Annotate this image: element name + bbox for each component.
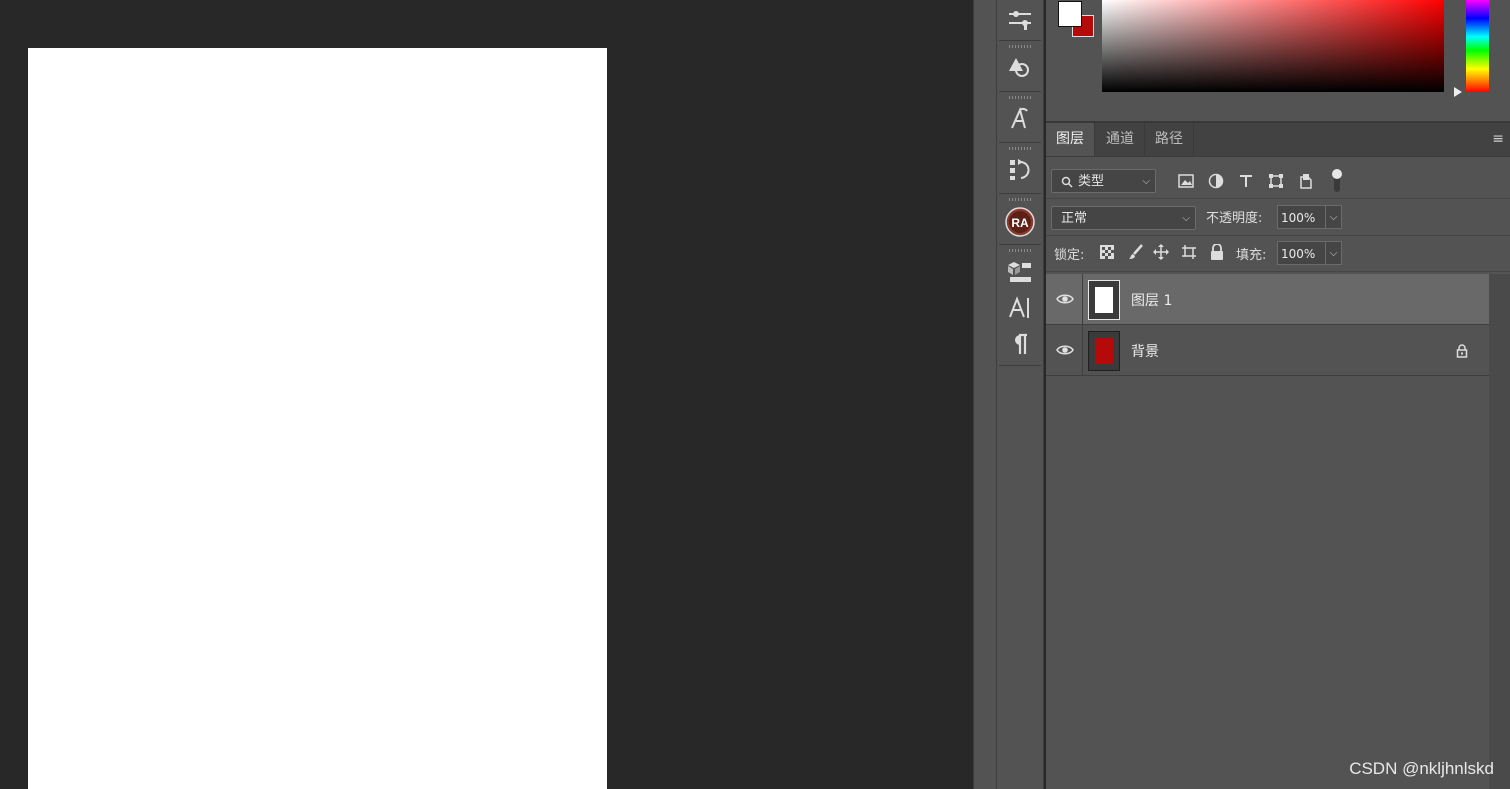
layer-name[interactable]: 背景: [1131, 341, 1159, 361]
foreground-color-swatch[interactable]: [1058, 1, 1082, 27]
ra-plugin-icon[interactable]: RA: [997, 202, 1043, 242]
blend-mode-dropdown[interactable]: 正常 ⌵: [1051, 206, 1196, 230]
chevron-down-icon: ⌵: [1142, 176, 1150, 187]
fill-label: 填充:: [1236, 248, 1267, 263]
layers-panel-tabs: 图层 通道 路径 ≡: [1046, 123, 1510, 157]
watermark: CSDN @nkljhnlskd: [1349, 759, 1494, 778]
visibility-eye-icon[interactable]: [1056, 343, 1074, 357]
layer-thumbnail[interactable]: [1088, 280, 1120, 320]
tab-channels[interactable]: 通道: [1096, 123, 1145, 156]
lock-icon[interactable]: [1456, 344, 1468, 358]
glyph-style-icon[interactable]: [997, 99, 1043, 139]
hue-slider[interactable]: [1466, 0, 1489, 92]
shapes-icon[interactable]: [997, 48, 1043, 88]
panel-dock: RA: [996, 0, 1044, 789]
opacity-input[interactable]: 100%: [1277, 205, 1326, 229]
lock-label: 锁定:: [1054, 248, 1085, 263]
layer-thumbnail-fill: [1095, 287, 1113, 313]
paragraph-icon[interactable]: [997, 324, 1043, 364]
right-panels: 图层 通道 路径 ≡ 类型 ⌵ 正常 ⌵ 不透明度: 100% ⌵ 锁定: 填充…: [1046, 0, 1510, 789]
chevron-down-icon: ⌵: [1182, 213, 1190, 224]
saturation-brightness-field[interactable]: [1102, 0, 1444, 92]
color-panel: [1046, 0, 1510, 123]
smart-object-filter-icon[interactable]: [1297, 172, 1315, 190]
panel-gutter: [973, 0, 996, 789]
lock-image-pixels-icon[interactable]: [1128, 244, 1144, 260]
search-icon: [1061, 176, 1073, 188]
type-layer-filter-icon[interactable]: [1237, 172, 1255, 190]
character-icon[interactable]: [997, 288, 1043, 328]
fill-input[interactable]: 100%: [1277, 241, 1326, 265]
opacity-label: 不透明度:: [1206, 211, 1263, 226]
document-workspace[interactable]: [0, 0, 973, 789]
document-canvas[interactable]: [28, 48, 607, 789]
layer-thumbnail[interactable]: [1088, 331, 1120, 371]
lock-transparent-pixels-icon[interactable]: [1099, 244, 1115, 260]
history-icon[interactable]: [997, 150, 1043, 190]
tab-paths[interactable]: 路径: [1145, 123, 1194, 156]
lock-artboard-icon[interactable]: [1181, 244, 1197, 260]
adjustments-icon[interactable]: [997, 0, 1043, 40]
layer-filter-label: 类型: [1078, 174, 1105, 189]
adjustment-layer-filter-icon[interactable]: [1207, 172, 1225, 190]
shape-layer-filter-icon[interactable]: [1267, 172, 1285, 190]
lock-position-icon[interactable]: [1153, 244, 1169, 260]
layer-filter-dropdown[interactable]: 类型 ⌵: [1051, 169, 1156, 193]
fill-slider-toggle[interactable]: ⌵: [1326, 241, 1342, 265]
filter-toggle-switch[interactable]: [1331, 168, 1343, 194]
color-field-marker[interactable]: [1454, 87, 1462, 97]
layer-name[interactable]: 图层 1: [1131, 290, 1172, 310]
blend-mode-value: 正常: [1061, 211, 1088, 226]
layer-row-layer-1[interactable]: 图层 1: [1046, 274, 1489, 325]
3d-icon[interactable]: [997, 252, 1043, 292]
layer-thumbnail-fill: [1095, 338, 1113, 364]
tab-layers[interactable]: 图层: [1046, 123, 1095, 156]
panel-menu-icon[interactable]: ≡: [1492, 131, 1504, 147]
visibility-eye-icon[interactable]: [1056, 292, 1074, 306]
lock-all-icon[interactable]: [1209, 244, 1225, 260]
layers-scrollbar[interactable]: [1489, 274, 1510, 789]
layer-row-background[interactable]: 背景: [1046, 325, 1489, 376]
pixel-layer-filter-icon[interactable]: [1177, 172, 1195, 190]
ra-plugin-label: RA: [1011, 216, 1029, 230]
opacity-slider-toggle[interactable]: ⌵: [1326, 205, 1342, 229]
